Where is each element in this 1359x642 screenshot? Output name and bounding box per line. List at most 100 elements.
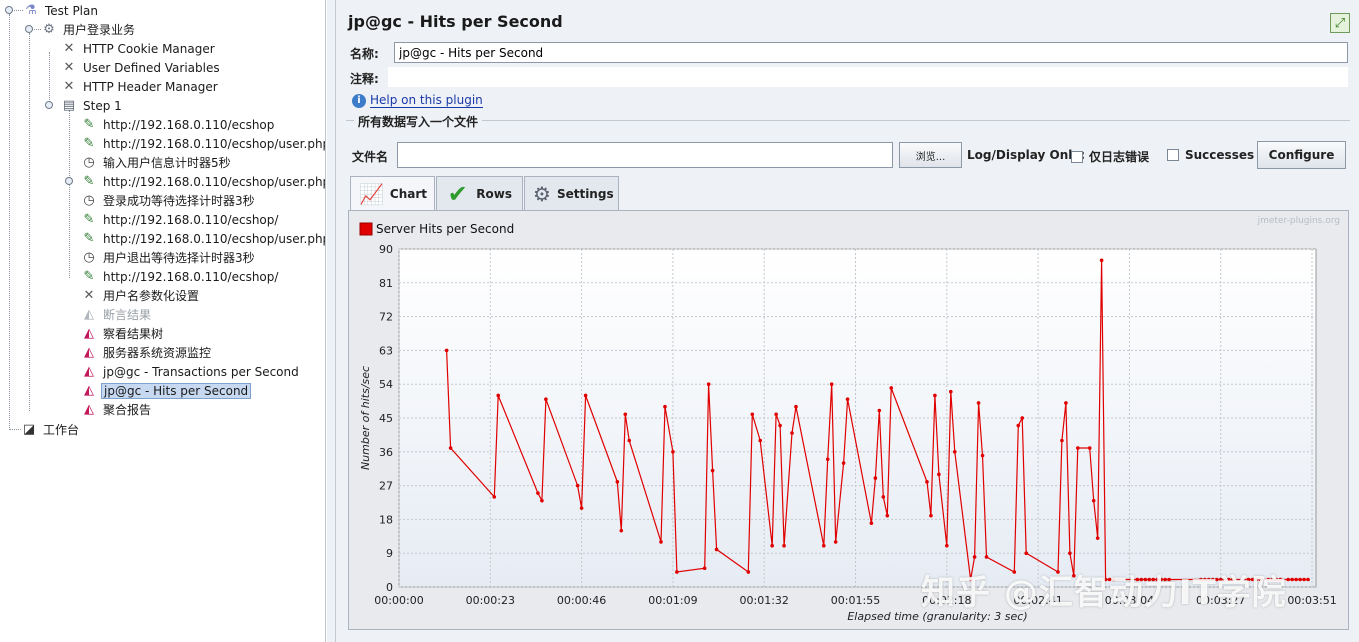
tree-node-timer[interactable]: ◷ 输入用户信息计时器5秒 (80, 153, 233, 172)
sampler-icon: ✎ (83, 136, 95, 151)
data-point (448, 446, 453, 450)
tree-node-sampler[interactable]: ✎ http://192.168.0.110/ecshop/ (80, 210, 280, 229)
tree-node-user-variables[interactable]: ✕ User Defined Variables (60, 58, 222, 77)
tree-node-sampler[interactable]: ✎ http://192.168.0.110/ecshop/user.php (80, 229, 325, 248)
tree-node-parameter-config[interactable]: ✕ 用户名参数化设置 (80, 286, 201, 305)
filename-label: 文件名 (352, 150, 389, 164)
data-point (945, 543, 949, 548)
tree-node-header-manager[interactable]: ✕ HTTP Header Manager (60, 77, 220, 96)
y-tick-label: 27 (379, 480, 393, 493)
x-tick-label: 00:00:23 (466, 594, 515, 607)
timer-icon: ◷ (83, 155, 95, 170)
timer-icon: ◷ (83, 250, 95, 265)
data-point (869, 521, 874, 525)
y-tick-label: 0 (386, 581, 393, 594)
pane-splitter[interactable] (327, 0, 336, 642)
data-point (1091, 498, 1096, 503)
data-point (782, 543, 786, 548)
y-axis-label: Number of hits/sec (359, 366, 372, 470)
data-point (984, 555, 989, 559)
tree-node-thread-group[interactable]: ⚙ 用户登录业务 (40, 20, 137, 39)
data-point (615, 480, 620, 484)
listener-icon: ◭ (84, 402, 94, 417)
expand-handle[interactable] (25, 25, 33, 33)
data-point (1064, 401, 1068, 405)
data-point (829, 382, 834, 386)
tree-node-transactions-per-second[interactable]: ◭ jp@gc - Transactions per Second (80, 362, 301, 381)
expand-handle[interactable] (45, 101, 53, 109)
tab-chart[interactable]: 📈 Chart (350, 176, 435, 211)
tree-node-sampler[interactable]: ✎ http://192.168.0.110/ecshop/ (80, 267, 280, 286)
help-link[interactable]: i Help on this plugin (352, 93, 483, 108)
data-point (885, 513, 890, 518)
expand-handle[interactable] (65, 177, 73, 185)
tree-node-timer[interactable]: ◷ 用户退出等待选择计时器3秒 (80, 248, 257, 267)
data-point (821, 543, 826, 548)
testplan-icon: ⚗ (25, 3, 37, 18)
listener-icon: ◭ (84, 345, 94, 360)
sampler-icon: ✎ (83, 117, 95, 132)
maximize-button[interactable]: ⤢ (1330, 13, 1350, 33)
tab-rows[interactable]: ✔ Rows (436, 176, 523, 210)
data-point (706, 382, 711, 386)
tree-node-cookie-manager[interactable]: ✕ HTTP Cookie Manager (60, 39, 217, 58)
y-tick-label: 72 (379, 311, 393, 324)
filename-input[interactable] (397, 142, 893, 168)
name-input[interactable] (394, 42, 1348, 63)
data-point (980, 453, 985, 458)
data-point (746, 570, 751, 574)
log-display-label: Log/Display Only: (967, 148, 1085, 162)
sampler-icon: ✎ (83, 174, 95, 189)
data-point (833, 540, 838, 544)
checkbox-box (1167, 149, 1179, 161)
timer-icon: ◷ (83, 193, 95, 208)
zhihu-watermark: 知乎 @汇智动力IT学院 (921, 573, 1287, 613)
data-point (1099, 258, 1104, 263)
data-point (583, 393, 588, 398)
data-point (444, 348, 449, 353)
data-point (623, 412, 628, 417)
data-point (627, 438, 632, 443)
tree-node-server-monitor[interactable]: ◭ 服务器系统资源监控 (80, 343, 213, 362)
tree-node-sampler[interactable]: ✎ http://192.168.0.110/ecshop/user.php (80, 172, 325, 191)
tree-node-step-1[interactable]: ▤ Step 1 (60, 96, 124, 115)
successes-checkbox[interactable]: Successes (1167, 148, 1254, 162)
tree-node-sampler[interactable]: ✎ http://192.168.0.110/ecshop (80, 115, 276, 134)
data-point (929, 513, 933, 518)
data-point (778, 423, 782, 428)
tree-node-assertion-results[interactable]: ◭ 断言结果 (80, 305, 153, 324)
data-point (671, 450, 675, 454)
transaction-icon: ▤ (62, 98, 76, 113)
data-point (663, 404, 667, 409)
tree-node-workbench[interactable]: ◪ 工作台 (20, 420, 81, 439)
chart-area: 0 9 18 27 36 45 54 63 72 81 90 00:00:00 00:00:23 00:0… (348, 210, 1349, 630)
tab-settings[interactable]: ⚙ Settings (524, 176, 619, 210)
tree-connector (49, 52, 50, 108)
tree-node-aggregate-report[interactable]: ◭ 聚合报告 (80, 400, 153, 419)
browse-button[interactable]: 浏览... (899, 142, 962, 168)
data-point (873, 476, 878, 480)
tree-node-timer[interactable]: ◷ 登录成功等待选择计时器3秒 (80, 191, 257, 210)
configure-button[interactable]: Configure (1257, 141, 1346, 169)
expand-handle[interactable] (5, 6, 13, 14)
sampler-icon: ✎ (83, 269, 95, 284)
tree-node-sampler[interactable]: ✎ http://192.168.0.110/ecshop/user.php (80, 134, 325, 153)
tree-node-test-plan[interactable]: ⚗ Test Plan (22, 1, 100, 20)
legend-swatch (359, 222, 373, 236)
listener-icon: ◭ (84, 326, 94, 341)
comment-field[interactable] (388, 67, 1348, 87)
data-point (770, 543, 774, 548)
x-tick-label: 00:00:00 (374, 594, 423, 607)
errors-only-checkbox[interactable]: 仅日志错误 (1071, 148, 1149, 165)
tree-node-hits-per-second[interactable]: ◭ jp@gc - Hits per Second (80, 381, 252, 400)
checkmark-icon: ✔ (447, 179, 468, 208)
data-point (794, 404, 798, 409)
data-point (1087, 446, 1092, 450)
data-point (841, 461, 846, 465)
data-point (933, 393, 937, 398)
data-point (675, 570, 679, 574)
tree-node-results-tree[interactable]: ◭ 察看结果树 (80, 324, 165, 343)
test-plan-tree[interactable]: ⚗ Test Plan ⚙ 用户登录业务 ✕ HTTP Cookie Manag… (0, 0, 326, 642)
wrench-icon: ✕ (63, 41, 75, 56)
data-point (659, 540, 663, 544)
